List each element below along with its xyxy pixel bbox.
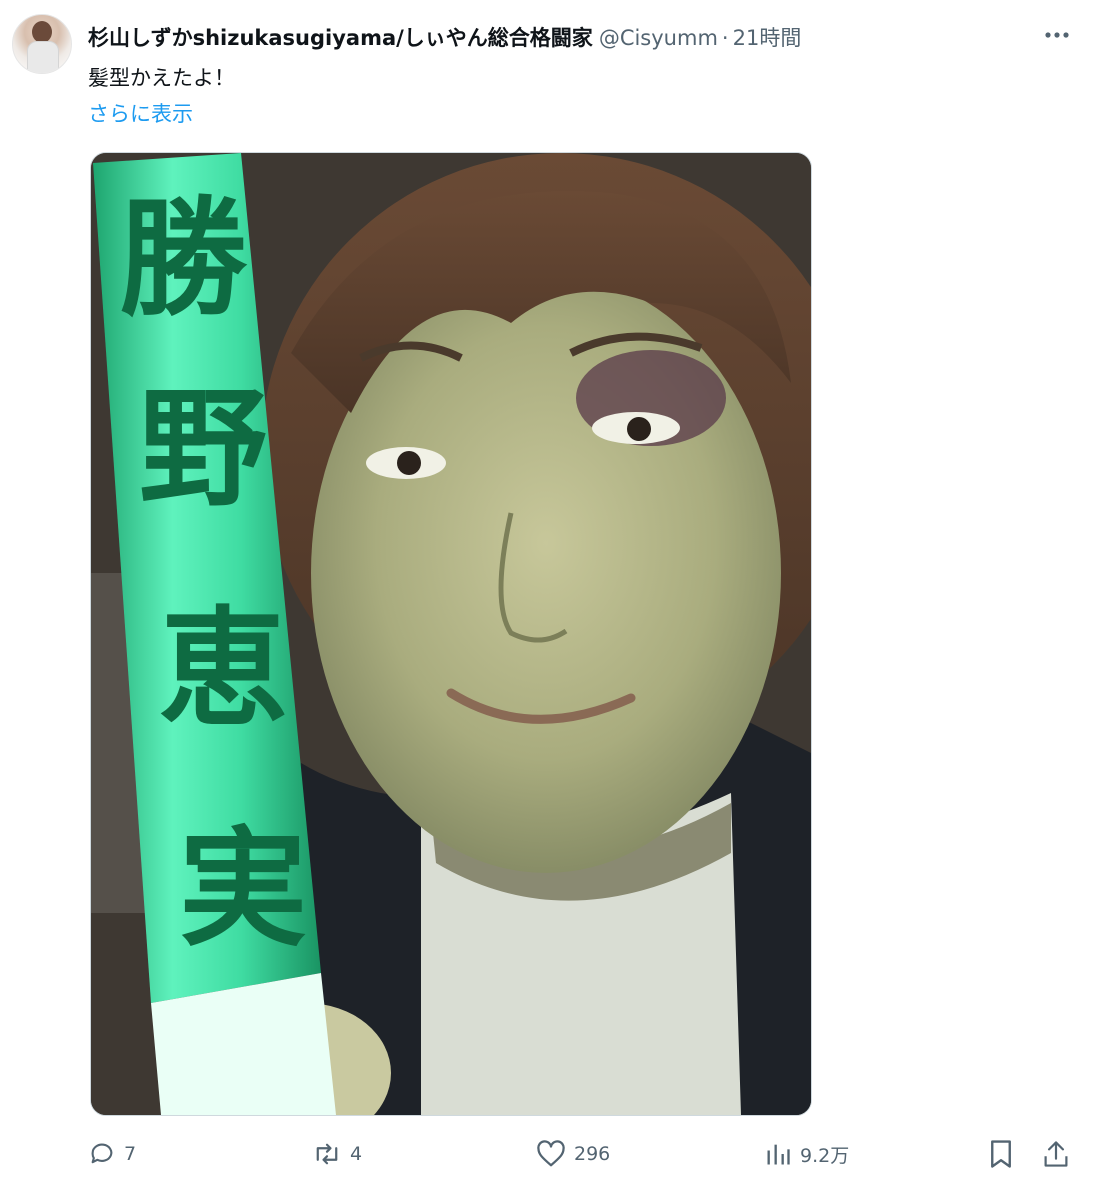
tweet-text: 髪型かえたよ！ xyxy=(88,66,235,90)
bookmark-button[interactable] xyxy=(988,1132,1014,1176)
views-button[interactable]: 9.2万 xyxy=(764,1132,849,1176)
avatar-figure-head xyxy=(32,21,52,43)
more-icon xyxy=(1045,32,1069,38)
like-count: 296 xyxy=(574,1143,611,1165)
views-icon xyxy=(767,1144,790,1165)
tweet-photo[interactable]: 勝 野 恵 実 xyxy=(90,152,812,1116)
post-time[interactable]: 21時間 xyxy=(733,22,802,52)
bookmark-icon xyxy=(991,1140,1011,1168)
author-handle[interactable]: @Cisyumm xyxy=(599,26,718,50)
glowstick-char-3: 恵 xyxy=(159,595,287,744)
avatar-figure-body xyxy=(27,41,59,73)
reply-button[interactable]: 7 xyxy=(88,1132,136,1176)
retweet-count: 4 xyxy=(350,1143,363,1165)
show-more-link[interactable]: さらに表示 xyxy=(88,98,193,128)
like-button[interactable]: 296 xyxy=(536,1132,610,1176)
glowstick-char-4: 実 xyxy=(179,815,307,964)
tweet: 杉山しずかshizukasugiyama/しぃやん総合格闘家 @Cisyumm … xyxy=(0,0,1105,1200)
share-button[interactable] xyxy=(1042,1132,1070,1176)
photo-illustration: 勝 野 恵 実 xyxy=(91,153,811,1115)
face xyxy=(311,273,781,873)
share-icon xyxy=(1044,1141,1068,1167)
separator-dot: · xyxy=(721,26,729,50)
retweet-button[interactable]: 4 xyxy=(312,1132,362,1176)
glowstick-char-1: 勝 xyxy=(119,185,248,334)
like-icon xyxy=(537,1140,565,1167)
retweet-icon xyxy=(316,1143,338,1165)
right-pupil xyxy=(627,417,651,441)
avatar[interactable] xyxy=(12,14,72,74)
views-count: 9.2万 xyxy=(800,1144,850,1167)
more-options-button[interactable] xyxy=(1040,18,1074,52)
left-pupil xyxy=(397,451,421,475)
tweet-header: 杉山しずかshizukasugiyama/しぃやん総合格闘家 @Cisyumm … xyxy=(88,22,801,52)
glowstick-char-2: 野 xyxy=(139,375,267,524)
author-display-name[interactable]: 杉山しずかshizukasugiyama/しぃやん総合格闘家 xyxy=(88,22,593,52)
reply-count: 7 xyxy=(124,1143,137,1165)
reply-icon xyxy=(91,1143,113,1164)
action-bar: 7 4 296 9.2万 xyxy=(88,1132,1078,1176)
